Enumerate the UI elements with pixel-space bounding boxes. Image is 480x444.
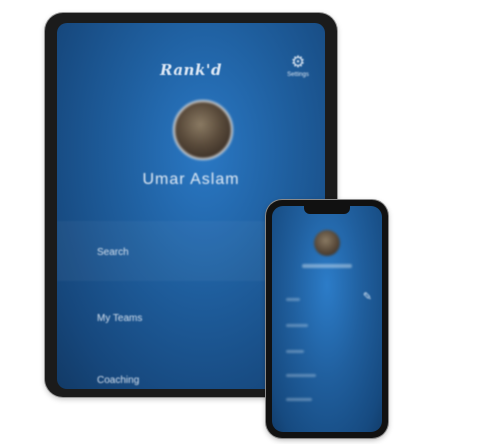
menu-item-label: My Teams <box>97 313 143 324</box>
phone-avatar[interactable] <box>314 230 340 256</box>
phone-notch <box>304 206 350 214</box>
device-mockup-stage: Rank'd ⚙ Settings Umar Aslam Search My T… <box>0 0 480 444</box>
phone-menu-item[interactable] <box>286 398 312 401</box>
settings-label: Settings <box>287 72 309 78</box>
phone-menu-item[interactable] <box>286 298 300 301</box>
phone-device: ✎ <box>266 200 388 438</box>
avatar[interactable] <box>173 100 233 160</box>
phone-user-name <box>302 264 352 268</box>
phone-menu-item[interactable] <box>286 324 308 327</box>
menu-item-label: Coaching <box>97 375 140 386</box>
menu-item-label: Search <box>97 247 129 258</box>
settings-button[interactable]: ⚙ Settings <box>285 55 311 79</box>
pencil-icon[interactable]: ✎ <box>363 290 372 303</box>
gear-icon: ⚙ <box>290 54 306 71</box>
phone-menu-item[interactable] <box>286 350 304 353</box>
phone-screen: ✎ <box>272 206 382 432</box>
user-name: Umar Aslam <box>142 171 240 188</box>
phone-menu-item[interactable] <box>286 374 316 377</box>
